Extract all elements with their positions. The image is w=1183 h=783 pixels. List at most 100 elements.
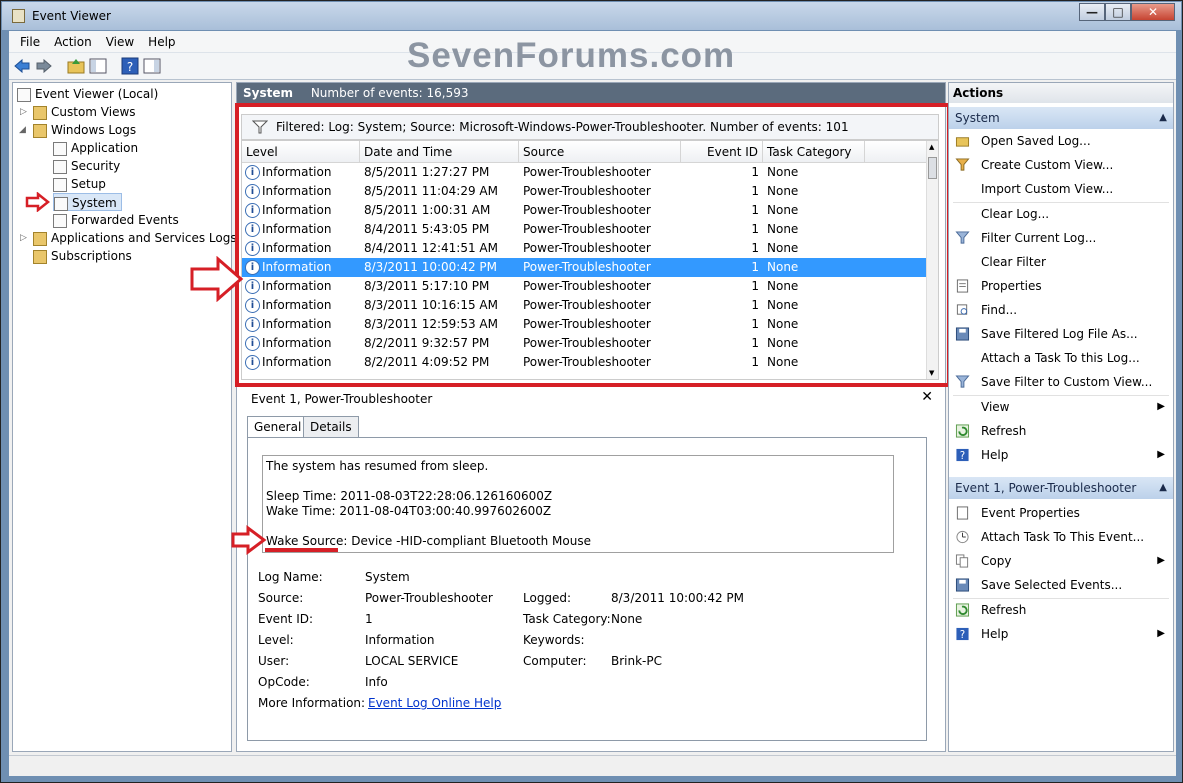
tree-item-forwarded-events[interactable]: Forwarded Events <box>53 211 179 229</box>
collapse-windows-logs-icon[interactable]: ◢ <box>19 125 26 135</box>
tree-item-windows-logs[interactable]: Windows Logs <box>33 121 136 139</box>
view-icon <box>955 400 970 414</box>
clear-icon <box>955 207 970 221</box>
event-action-save-selected-events[interactable]: Save Selected Events... <box>949 573 1173 597</box>
action-label: Attach a Task To this Log... <box>981 351 1140 365</box>
subscriptions-icon <box>33 249 47 264</box>
action-find[interactable]: Find... <box>949 298 1173 322</box>
submenu-arrow-icon: ▶ <box>1157 401 1165 412</box>
menu-help[interactable]: Help <box>141 35 182 49</box>
tree-item-root[interactable]: Event Viewer (Local) <box>17 85 158 103</box>
save-icon <box>955 578 970 592</box>
action-clear-log[interactable]: Clear Log... <box>949 202 1173 226</box>
detail-header: Event 1, Power-Troubleshooter <box>251 392 433 406</box>
action-save-filtered-log-file-as[interactable]: Save Filtered Log File As... <box>949 322 1173 346</box>
folder-icon <box>33 231 47 246</box>
action-create-custom-view[interactable]: Create Custom View... <box>949 153 1173 177</box>
clear-filter-icon <box>955 255 970 269</box>
open-folder-icon <box>955 137 970 147</box>
back-arrow-icon[interactable] <box>13 57 31 75</box>
task-category-value: None <box>611 612 643 626</box>
minimize-button[interactable]: — <box>1079 3 1105 21</box>
actions-section-system[interactable]: System ▲ <box>949 107 1173 129</box>
close-detail-icon[interactable]: ✕ <box>921 389 933 405</box>
tab-general[interactable]: General <box>247 416 309 439</box>
event-action-help[interactable]: ? Help ▶ <box>949 622 1173 646</box>
action-help[interactable]: ? Help ▶ <box>949 443 1173 467</box>
refresh-icon <box>955 603 970 617</box>
tree-app-services-label: Applications and Services Logs <box>51 231 237 245</box>
event-count: Number of events: 16,593 <box>310 86 469 100</box>
action-view[interactable]: View ▶ <box>949 395 1173 419</box>
user-value: LOCAL SERVICE <box>365 654 459 668</box>
expand-custom-views-icon[interactable]: ▷ <box>20 107 27 117</box>
tree-item-app-services-logs[interactable]: Applications and Services Logs <box>33 229 237 247</box>
log-name-value: System <box>365 570 410 584</box>
event-message[interactable]: The system has resumed from sleep. Sleep… <box>262 455 894 553</box>
maximize-button[interactable]: □ <box>1105 3 1131 21</box>
save-icon <box>955 327 970 341</box>
svg-text:?: ? <box>960 629 965 641</box>
forward-arrow-icon[interactable] <box>35 57 53 75</box>
expand-app-services-icon[interactable]: ▷ <box>20 233 27 243</box>
action-save-filter-to-custom-view[interactable]: Save Filter to Custom View... <box>949 370 1173 394</box>
collapse-icon[interactable]: ▲ <box>1159 477 1167 499</box>
tree-item-setup[interactable]: Setup <box>53 175 106 193</box>
section-event-label: Event 1, Power-Troubleshooter <box>955 481 1137 495</box>
up-folder-icon[interactable] <box>67 57 85 75</box>
show-hide-action-pane-icon[interactable] <box>143 57 161 75</box>
event-id-label: Event ID: <box>258 612 314 626</box>
actions-header: Actions <box>949 83 1173 103</box>
action-label: Event Properties <box>981 506 1080 520</box>
action-label: Help <box>981 448 1009 462</box>
menu-view[interactable]: View <box>99 35 141 49</box>
action-label: Help <box>981 627 1009 641</box>
submenu-arrow-icon: ▶ <box>1157 449 1165 460</box>
tree-subscriptions-label: Subscriptions <box>51 249 132 263</box>
keywords-label: Keywords: <box>523 633 585 647</box>
refresh-icon <box>955 424 970 438</box>
menu-file[interactable]: File <box>13 35 47 49</box>
filter-icon <box>955 231 970 244</box>
tree-item-subscriptions[interactable]: Subscriptions <box>33 247 132 265</box>
tree-item-application[interactable]: Application <box>53 139 138 157</box>
event-log-online-help-link[interactable]: Event Log Online Help <box>368 696 501 710</box>
properties-icon <box>956 279 969 293</box>
action-label: Open Saved Log... <box>981 134 1091 148</box>
event-action-copy[interactable]: Copy ▶ <box>949 549 1173 573</box>
watermark: SevenForums.com <box>407 36 736 75</box>
tree-item-system[interactable]: System <box>53 193 122 211</box>
event-properties-icon <box>956 506 969 520</box>
tree-item-security[interactable]: Security <box>53 157 120 175</box>
window-title: Event Viewer <box>32 9 111 23</box>
log-icon <box>53 141 67 156</box>
event-action-attach-task-to-this-event[interactable]: Attach Task To This Event... <box>949 525 1173 549</box>
help-icon[interactable]: ? <box>121 57 139 75</box>
action-properties[interactable]: Properties <box>949 274 1173 298</box>
action-attach-a-task-to-this-log[interactable]: Attach a Task To this Log... <box>949 346 1173 370</box>
event-action-event-properties[interactable]: Event Properties <box>949 501 1173 525</box>
action-filter-current-log[interactable]: Filter Current Log... <box>949 226 1173 250</box>
menu-action[interactable]: Action <box>47 35 99 49</box>
tab-details[interactable]: Details <box>303 416 359 438</box>
annotation-box <box>235 103 951 387</box>
source-value: Power-Troubleshooter <box>365 591 493 605</box>
action-open-saved-log[interactable]: Open Saved Log... <box>949 129 1173 153</box>
action-label: Clear Filter <box>981 255 1046 269</box>
actions-section-event[interactable]: Event 1, Power-Troubleshooter ▲ <box>949 477 1173 499</box>
show-hide-tree-icon[interactable] <box>89 57 107 75</box>
folder-icon <box>33 123 47 138</box>
action-label: Copy <box>981 554 1012 568</box>
collapse-icon[interactable]: ▲ <box>1159 107 1167 129</box>
title-bar[interactable]: Event Viewer — □ ✕ <box>2 2 1181 30</box>
source-label: Source: <box>258 591 304 605</box>
action-label: Save Selected Events... <box>981 578 1123 592</box>
tree-item-custom-views[interactable]: Custom Views <box>33 103 136 121</box>
action-import-custom-view[interactable]: Import Custom View... <box>949 177 1173 201</box>
log-name: System <box>243 86 293 100</box>
status-bar <box>9 755 1176 776</box>
action-clear-filter[interactable]: Clear Filter <box>949 250 1173 274</box>
close-button[interactable]: ✕ <box>1131 3 1175 21</box>
event-action-refresh[interactable]: Refresh <box>949 598 1173 622</box>
action-refresh[interactable]: Refresh <box>949 419 1173 443</box>
